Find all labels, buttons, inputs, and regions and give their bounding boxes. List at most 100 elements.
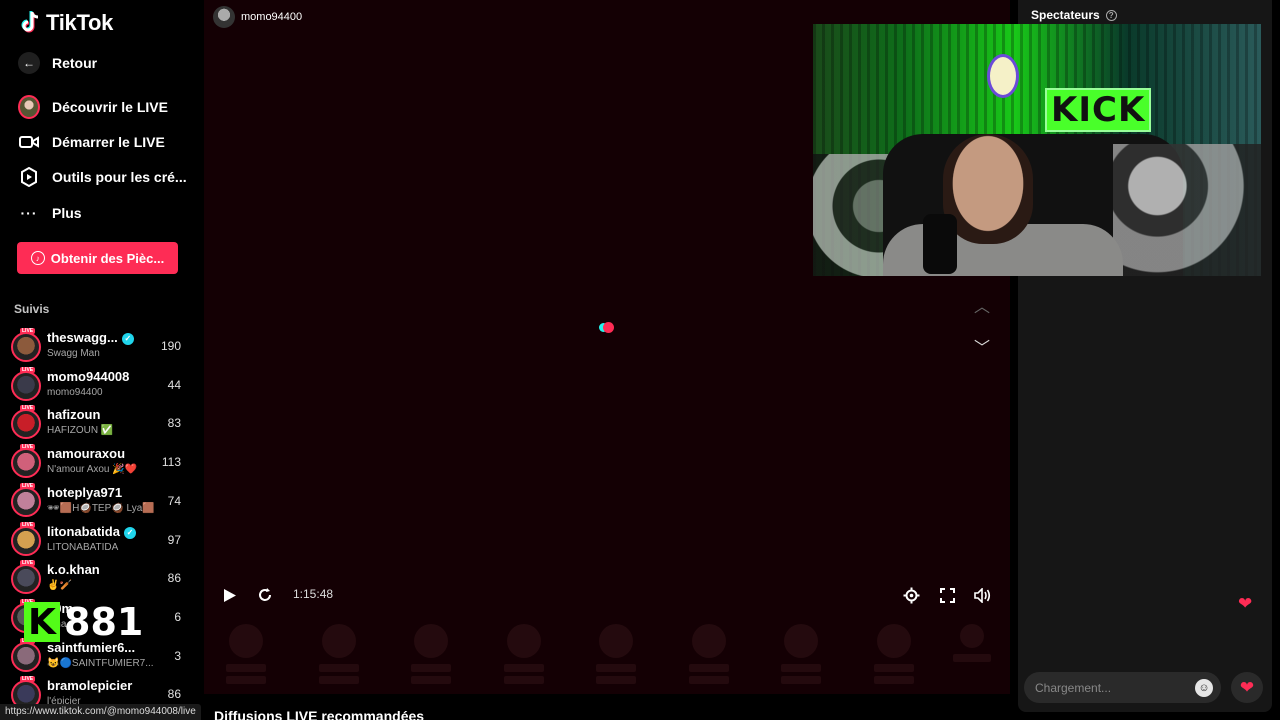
viewer-count: 190 xyxy=(160,339,181,353)
discover-avatar-icon xyxy=(18,95,40,119)
elapsed-time: 1:15:48 xyxy=(293,587,334,601)
nav-more[interactable]: ··· Plus xyxy=(18,198,82,228)
webcam-feed: KICK xyxy=(813,24,1261,276)
gift-placeholder xyxy=(874,624,914,688)
gift-placeholder xyxy=(319,624,359,688)
nav-start-label: Démarrer le LIVE xyxy=(52,134,165,150)
viewer-count: 86 xyxy=(167,687,181,702)
chat-placeholder: Chargement... xyxy=(1035,680,1112,695)
following-name-text: hoteplya971 xyxy=(47,484,123,500)
following-subtitle: N'amour Axou 🎉❤️ xyxy=(47,464,138,476)
following-item[interactable]: LIVE k.o.khan ✌️🏏 86 xyxy=(11,560,186,597)
avatar xyxy=(11,370,41,401)
back-label: Retour xyxy=(52,55,98,71)
chevron-up-icon[interactable]: ︿ xyxy=(974,293,990,317)
gift-placeholder xyxy=(226,624,266,688)
viewer-count: 86 xyxy=(167,571,181,586)
following-name: k.o.khan xyxy=(47,562,100,577)
live-badge: LIVE xyxy=(20,328,36,334)
tiktok-logo[interactable]: TikTok xyxy=(20,10,113,36)
logo-text: TikTok xyxy=(46,10,114,35)
loading-spinner-icon xyxy=(599,322,617,333)
viewer-count: 3 xyxy=(174,648,181,663)
following-item[interactable]: LIVE theswagg... ✓ Swagg Man 190 xyxy=(11,328,186,365)
following-subtitle: momo94400 xyxy=(47,386,103,398)
streamer-name: momo94400 xyxy=(241,11,303,23)
avatar xyxy=(11,448,41,479)
back-button[interactable]: ← Retour xyxy=(18,48,97,78)
avatar xyxy=(11,641,41,672)
nav-discover-live[interactable]: Découvrir le LIVE xyxy=(18,92,168,122)
avatar xyxy=(11,525,41,556)
following-name: hoteplya971 xyxy=(47,485,122,500)
like-heart-button[interactable]: ❤ xyxy=(1231,672,1263,703)
help-icon[interactable]: ? xyxy=(1105,9,1117,21)
nav-creator-tools[interactable]: Outils pour les cré... xyxy=(18,162,187,192)
following-title: Suivis xyxy=(14,302,50,316)
following-item[interactable]: LIVE litonabatida ✓ LITONABATIDA 97 xyxy=(11,521,186,559)
following-subtitle: LITONABATIDA xyxy=(47,541,119,553)
tiktok-logo-icon xyxy=(21,11,39,33)
avatar xyxy=(11,332,41,362)
viewer-count: 74 xyxy=(167,493,181,508)
viewer-count: 44 xyxy=(167,377,181,392)
following-subtitle: ✌️🏏 xyxy=(47,580,72,592)
gift-placeholder xyxy=(953,624,991,666)
following-name-text: theswagg... xyxy=(47,330,118,345)
gift-placeholder xyxy=(504,624,544,688)
following-name-text: namouraxou xyxy=(47,446,126,462)
following-name: litonabatida ✓ xyxy=(47,524,136,539)
viewer-count: 97 xyxy=(167,532,181,547)
following-name-text: hafizoun xyxy=(47,407,101,423)
settings-gear-icon[interactable] xyxy=(901,585,921,605)
live-badge: LIVE xyxy=(20,521,36,528)
following-item[interactable]: LIVE namouraxou N'amour Axou 🎉❤️ 113 xyxy=(11,444,186,481)
video-camera-icon xyxy=(18,131,40,153)
following-name: theswagg... ✓ xyxy=(47,330,134,345)
following-item[interactable]: LIVE momo944008 momo94400 44 xyxy=(11,366,186,404)
following-subtitle: 🕶🟫H🥥TEP🥥 Lya🟫 xyxy=(47,502,155,514)
viewers-title-label: Spectateurs xyxy=(1031,8,1100,22)
skull-mascot-icon xyxy=(987,54,1019,98)
streamer-tag[interactable]: momo94400 xyxy=(213,6,302,28)
microphone-icon xyxy=(923,214,957,274)
kick-logo-icon: K xyxy=(24,602,60,643)
viewer-count: 6 xyxy=(174,609,181,624)
verified-icon: ✓ xyxy=(121,333,134,345)
volume-icon[interactable] xyxy=(972,585,992,605)
following-name: namouraxou xyxy=(47,446,125,461)
following-name-text: momo944008 xyxy=(47,368,130,384)
fullscreen-icon[interactable] xyxy=(937,585,957,605)
following-item[interactable]: LIVE hoteplya971 🕶🟫H🥥TEP🥥 Lya🟫 74 xyxy=(11,482,186,520)
get-coins-label: Obtenir des Pièc... xyxy=(50,250,165,266)
following-subtitle: HAFIZOUN ✅ xyxy=(47,425,114,437)
emoji-icon[interactable]: ☺ xyxy=(1195,678,1213,697)
live-badge: LIVE xyxy=(20,676,36,683)
verified-icon: ✓ xyxy=(123,526,136,539)
viewer-count: 83 xyxy=(167,416,181,431)
gift-placeholder xyxy=(689,624,729,688)
status-url: https://www.tiktok.com/@momo944008/live xyxy=(0,704,201,720)
live-badge: LIVE xyxy=(20,405,36,412)
following-item[interactable]: LIVE hafizoun HAFIZOUN ✅ 83 xyxy=(11,405,186,442)
get-coins-button[interactable]: ♪ Obtenir des Pièc... xyxy=(17,242,178,274)
following-name: hafizoun xyxy=(47,407,100,422)
live-badge: LIVE xyxy=(20,560,36,567)
nav-start-live[interactable]: Démarrer le LIVE xyxy=(18,127,165,157)
refresh-icon[interactable] xyxy=(255,585,275,605)
viewers-title: Spectateurs ? xyxy=(1031,8,1117,22)
following-name: bramolepicier xyxy=(47,678,132,693)
play-icon[interactable] xyxy=(220,585,240,605)
creator-tools-icon xyxy=(18,166,40,188)
chevron-down-icon[interactable]: ﹀ xyxy=(974,334,990,358)
following-name-text: bramolepicier xyxy=(47,678,133,694)
live-badge: LIVE xyxy=(20,444,36,451)
following-subtitle: 😺🔵SAINTFUMIER7... xyxy=(47,657,154,669)
recommended-live-heading: Diffusions LIVE recommandées xyxy=(214,708,425,720)
chat-input[interactable]: Chargement... ☺ xyxy=(1024,672,1221,703)
kick-viewer-count: 881 xyxy=(64,600,144,644)
coin-icon: ♪ xyxy=(30,251,45,265)
avatar xyxy=(11,486,41,517)
live-badge: LIVE xyxy=(20,482,36,489)
kick-viewer-overlay: K 881 xyxy=(24,600,144,644)
